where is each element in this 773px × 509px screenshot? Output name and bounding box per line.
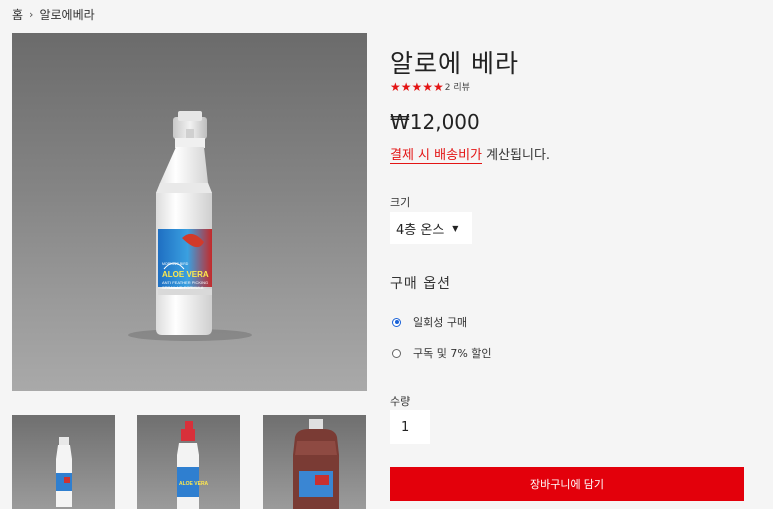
purchase-option-one-time[interactable]: 일회성 구매 bbox=[392, 314, 467, 330]
add-to-cart-button[interactable]: 장바구니에 담기 bbox=[390, 467, 744, 501]
thumbnail-gallon-jug bbox=[293, 419, 339, 509]
purchase-option-label: 일회성 구매 bbox=[413, 316, 468, 329]
shipping-link[interactable]: 결제 시 배송비가 bbox=[390, 148, 482, 164]
quantity-input[interactable]: 1 bbox=[390, 410, 430, 444]
thumbnail-bottle-small bbox=[56, 437, 72, 507]
thumbnail-3[interactable] bbox=[263, 415, 366, 509]
shipping-note-suffix: 계산됩니다. bbox=[482, 148, 551, 163]
purchase-options-title: 구매 옵션 bbox=[390, 276, 451, 292]
breadcrumb-current: 알로에베라 bbox=[39, 8, 95, 22]
purchase-option-subscribe[interactable]: 구독 및 7% 할인 bbox=[392, 345, 492, 361]
product-title: 알로에 베라 bbox=[390, 49, 519, 78]
quantity-label: 수량 bbox=[390, 395, 411, 408]
product-rating[interactable]: ★★★★★ 2 리뷰 bbox=[390, 79, 470, 94]
shipping-note: 결제 시 배송비가 계산됩니다. bbox=[390, 144, 551, 164]
size-selected-value: 4층 온스 bbox=[396, 222, 445, 238]
breadcrumb: 홈 › 알로에베라 bbox=[12, 6, 95, 23]
breadcrumb-separator: › bbox=[29, 8, 34, 21]
bottle-label-name: ALOE VERA bbox=[162, 270, 209, 279]
review-count[interactable]: 2 리뷰 bbox=[445, 80, 470, 93]
size-label: 크기 bbox=[390, 196, 411, 209]
caret-down-icon: ▼ bbox=[452, 223, 459, 233]
thumbnail-label-name: ALOE VERA bbox=[179, 481, 209, 487]
radio-unselected-icon[interactable] bbox=[392, 348, 401, 358]
radio-selected-icon[interactable] bbox=[392, 317, 401, 327]
thumbnail-bottle-red-cap: ALOE VERA bbox=[177, 421, 209, 509]
star-rating-icon: ★★★★★ bbox=[390, 79, 444, 94]
purchase-option-label: 구독 및 7% 할인 bbox=[413, 347, 492, 360]
thumbnail-2[interactable]: ALOE VERA bbox=[137, 415, 240, 509]
quantity-value: 1 bbox=[401, 419, 410, 435]
bottle-label-brand: MORNING BIRD bbox=[162, 262, 189, 266]
breadcrumb-home-link[interactable]: 홈 bbox=[12, 6, 23, 23]
thumbnail-1[interactable] bbox=[12, 415, 115, 509]
aloe-vera-bottle-image: ALOE VERA ANTI FEATHER PICKING SPRAY AID… bbox=[128, 111, 252, 341]
size-select[interactable]: 4층 온스 ▼ bbox=[390, 212, 472, 244]
main-product-image[interactable]: ALOE VERA ANTI FEATHER PICKING SPRAY AID… bbox=[12, 33, 367, 391]
product-price: ₩12,000 bbox=[390, 110, 480, 134]
